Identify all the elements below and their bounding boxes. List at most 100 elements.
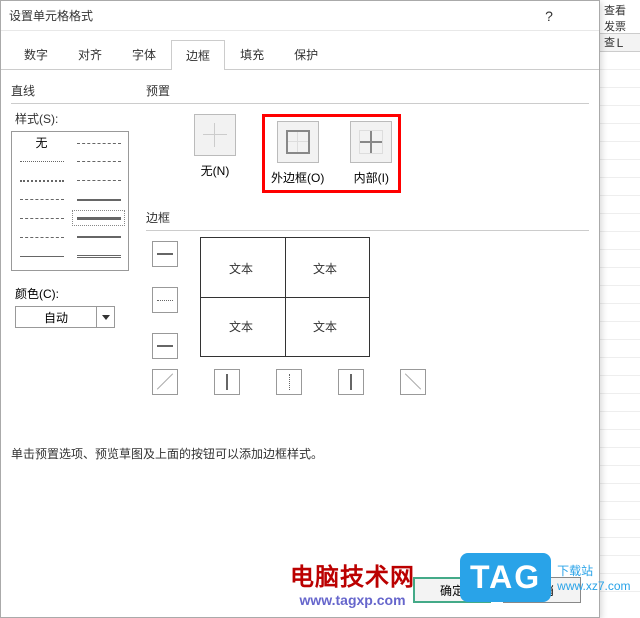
- line-style-option[interactable]: [16, 193, 67, 207]
- color-dropdown-button[interactable]: [96, 307, 114, 327]
- line-style-option[interactable]: [73, 155, 124, 169]
- style-label: 样式(S):: [15, 110, 146, 127]
- tab-border[interactable]: 边框: [171, 40, 225, 70]
- cell[interactable]: [600, 250, 640, 268]
- cell[interactable]: [600, 466, 640, 484]
- titlebar: 设置单元格格式: [1, 1, 599, 31]
- diagonal-down-icon: [405, 374, 421, 390]
- tab-number[interactable]: 数字: [9, 39, 63, 69]
- cell[interactable]: [600, 214, 640, 232]
- hint-text: 单击预置选项、预览草图及上面的按钮可以添加边框样式。: [11, 445, 589, 462]
- line-color-select[interactable]: 自动: [15, 306, 115, 328]
- watermark: 电脑技术网 www.tagxp.com: [290, 557, 415, 608]
- cell[interactable]: [600, 124, 640, 142]
- preset-outer-icon: [286, 130, 310, 154]
- cell[interactable]: [600, 394, 640, 412]
- border-v-center-button[interactable]: [276, 369, 302, 395]
- line-style-option[interactable]: [16, 230, 67, 244]
- color-label: 颜色(C):: [15, 285, 146, 302]
- watermark-title: 电脑技术网: [290, 557, 415, 592]
- cell[interactable]: [600, 160, 640, 178]
- preset-inner-button[interactable]: [350, 121, 392, 163]
- cell[interactable]: [600, 196, 640, 214]
- preview-text: 文本: [229, 318, 253, 335]
- line-style-option[interactable]: [16, 211, 67, 225]
- help-button[interactable]: [535, 6, 563, 26]
- line-style-option[interactable]: [73, 230, 124, 244]
- border-bottom-button[interactable]: [152, 333, 178, 359]
- spreadsheet-column-fragment: 查看 发票查 L: [599, 0, 640, 618]
- cell[interactable]: [600, 448, 640, 466]
- cell[interactable]: [600, 88, 640, 106]
- cell[interactable]: [600, 340, 640, 358]
- border-h-center-button[interactable]: [152, 287, 178, 313]
- preset-outer-button[interactable]: [277, 121, 319, 163]
- cell[interactable]: [600, 358, 640, 376]
- border-right-button[interactable]: [338, 369, 364, 395]
- cell[interactable]: [600, 286, 640, 304]
- close-button[interactable]: [563, 6, 591, 26]
- cell[interactable]: [600, 268, 640, 286]
- tab-fill[interactable]: 填充: [225, 39, 279, 69]
- tag-side-url: www.xz7.com: [557, 579, 630, 593]
- tag-logo: TAG 下载站 www.xz7.com: [460, 553, 631, 602]
- diagonal-up-icon: [157, 374, 173, 390]
- line-group: 直线 样式(S): 无: [11, 82, 146, 328]
- preset-inner-icon: [359, 130, 383, 154]
- border-preview[interactable]: 文本 文本 文本 文本: [200, 237, 370, 357]
- border-top-button[interactable]: [152, 241, 178, 267]
- highlight-annotation: 外边框(O) 内部(I): [262, 114, 401, 193]
- chevron-down-icon: [102, 315, 110, 320]
- border-group: 边框 文本 文本 文本 文本: [146, 209, 589, 395]
- cell[interactable]: [600, 304, 640, 322]
- line-style-option[interactable]: [16, 174, 67, 188]
- line-style-option[interactable]: [73, 136, 124, 150]
- cell[interactable]: [600, 142, 640, 160]
- line-group-label: 直线: [11, 82, 146, 101]
- tab-alignment[interactable]: 对齐: [63, 39, 117, 69]
- dialog-title: 设置单元格格式: [9, 7, 535, 24]
- line-style-option[interactable]: [73, 174, 124, 188]
- cell[interactable]: [600, 106, 640, 124]
- border-left-button[interactable]: [214, 369, 240, 395]
- cell[interactable]: [600, 376, 640, 394]
- line-style-none[interactable]: 无: [16, 136, 67, 153]
- format-cells-dialog: 设置单元格格式 数字 对齐 字体 边框 填充 保护 直线 样式(S): 无: [0, 0, 600, 618]
- line-style-option[interactable]: [73, 211, 124, 225]
- preset-outer-label: 外边框(O): [271, 169, 324, 186]
- watermark-url: www.tagxp.com: [290, 592, 415, 608]
- border-group-label: 边框: [146, 209, 589, 228]
- line-style-option[interactable]: [16, 155, 67, 169]
- preview-text: 文本: [229, 260, 253, 277]
- border-diag-down-button[interactable]: [400, 369, 426, 395]
- line-style-option[interactable]: [73, 249, 124, 263]
- border-diag-up-button[interactable]: [152, 369, 178, 395]
- cell[interactable]: [600, 232, 640, 250]
- preset-none-icon: [203, 123, 227, 147]
- preview-text: 文本: [313, 318, 337, 335]
- cell[interactable]: [600, 520, 640, 538]
- cell[interactable]: [600, 70, 640, 88]
- line-style-list[interactable]: 无: [11, 131, 129, 271]
- cell[interactable]: [600, 178, 640, 196]
- line-style-option[interactable]: [16, 249, 67, 263]
- cell[interactable]: [600, 430, 640, 448]
- cell[interactable]: [600, 502, 640, 520]
- preset-none-label: 无(N): [194, 162, 236, 179]
- preset-none-button[interactable]: [194, 114, 236, 156]
- line-style-option[interactable]: [73, 193, 124, 207]
- tag-logo-text: TAG: [460, 553, 551, 602]
- cell[interactable]: [600, 322, 640, 340]
- ribbon-fragment: 查看 发票查: [600, 0, 640, 34]
- tag-side-top: 下载站: [557, 562, 630, 579]
- cell[interactable]: [600, 52, 640, 70]
- tab-protection[interactable]: 保护: [279, 39, 333, 69]
- preset-group: 预置 无(N) 外边框(O): [146, 82, 589, 199]
- color-value: 自动: [16, 309, 96, 326]
- cell[interactable]: [600, 412, 640, 430]
- preset-group-label: 预置: [146, 82, 589, 101]
- tabs: 数字 对齐 字体 边框 填充 保护: [1, 31, 599, 70]
- cell[interactable]: [600, 484, 640, 502]
- preview-text: 文本: [313, 260, 337, 277]
- tab-font[interactable]: 字体: [117, 39, 171, 69]
